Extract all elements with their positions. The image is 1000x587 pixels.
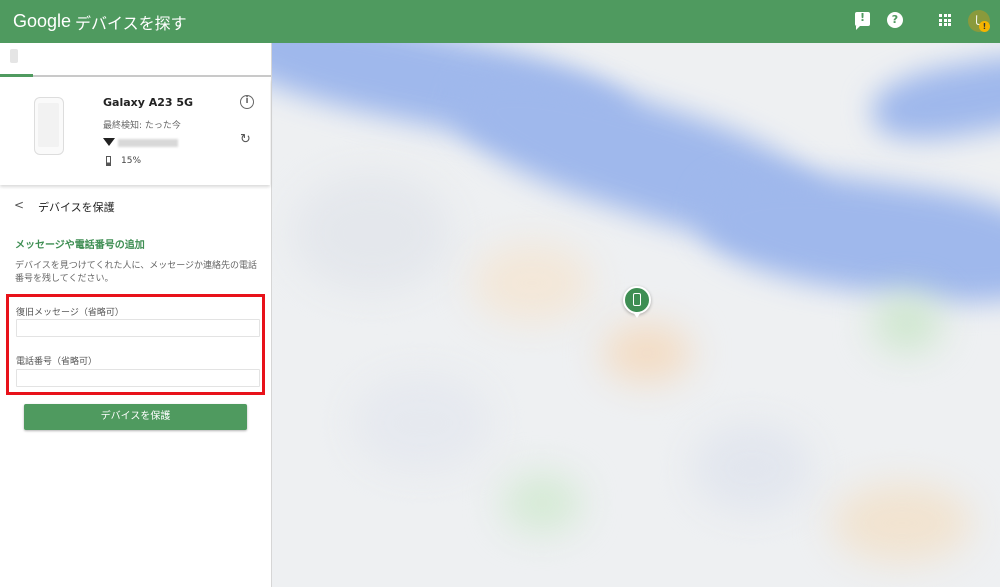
app-title[interactable]: Google デバイスを探す <box>13 10 187 34</box>
form-heading: メッセージや電話番号の追加 <box>15 240 145 251</box>
phone-number-label: 電話番号（省略可） <box>16 357 98 367</box>
battery-level: 15% <box>121 156 142 166</box>
recovery-message-label: 復旧メッセージ（省略可） <box>16 308 124 318</box>
wifi-icon <box>103 138 115 146</box>
device-tab-phone[interactable] <box>0 43 33 77</box>
help-icon[interactable]: ? <box>887 12 903 28</box>
phone-number-input[interactable] <box>16 369 260 387</box>
back-arrow-icon[interactable]: < <box>14 198 24 212</box>
device-card <box>0 79 270 185</box>
google-logo-text: Google <box>13 11 72 31</box>
device-tabs <box>0 43 271 77</box>
app-header: Google デバイスを探す <box>0 0 1000 43</box>
section-title: デバイスを保護 <box>38 201 115 214</box>
phone-icon <box>633 293 641 306</box>
secure-device-button[interactable]: デバイスを保護 <box>24 404 247 430</box>
section-header: < デバイスを保護 <box>0 196 270 220</box>
account-warning-icon: ! <box>979 21 990 32</box>
device-image <box>34 97 64 155</box>
device-location-pin[interactable] <box>623 286 651 318</box>
device-name: Galaxy A23 5G <box>103 96 194 109</box>
refresh-icon[interactable]: ↻ <box>240 133 253 146</box>
network-name-redacted <box>118 139 178 147</box>
info-icon[interactable]: i <box>240 95 254 109</box>
phone-icon <box>10 49 18 63</box>
map-view[interactable] <box>272 43 1000 587</box>
last-seen-status: 最終検知: たった今 <box>103 121 181 131</box>
feedback-icon[interactable] <box>855 11 870 30</box>
form-description: デバイスを見つけてくれた人に、メッセージか連絡先の電話番号を残してください。 <box>15 261 258 284</box>
product-name: デバイスを探す <box>75 13 187 33</box>
recovery-message-input[interactable] <box>16 319 260 337</box>
apps-grid-icon[interactable] <box>939 14 951 26</box>
battery-icon <box>106 156 111 166</box>
